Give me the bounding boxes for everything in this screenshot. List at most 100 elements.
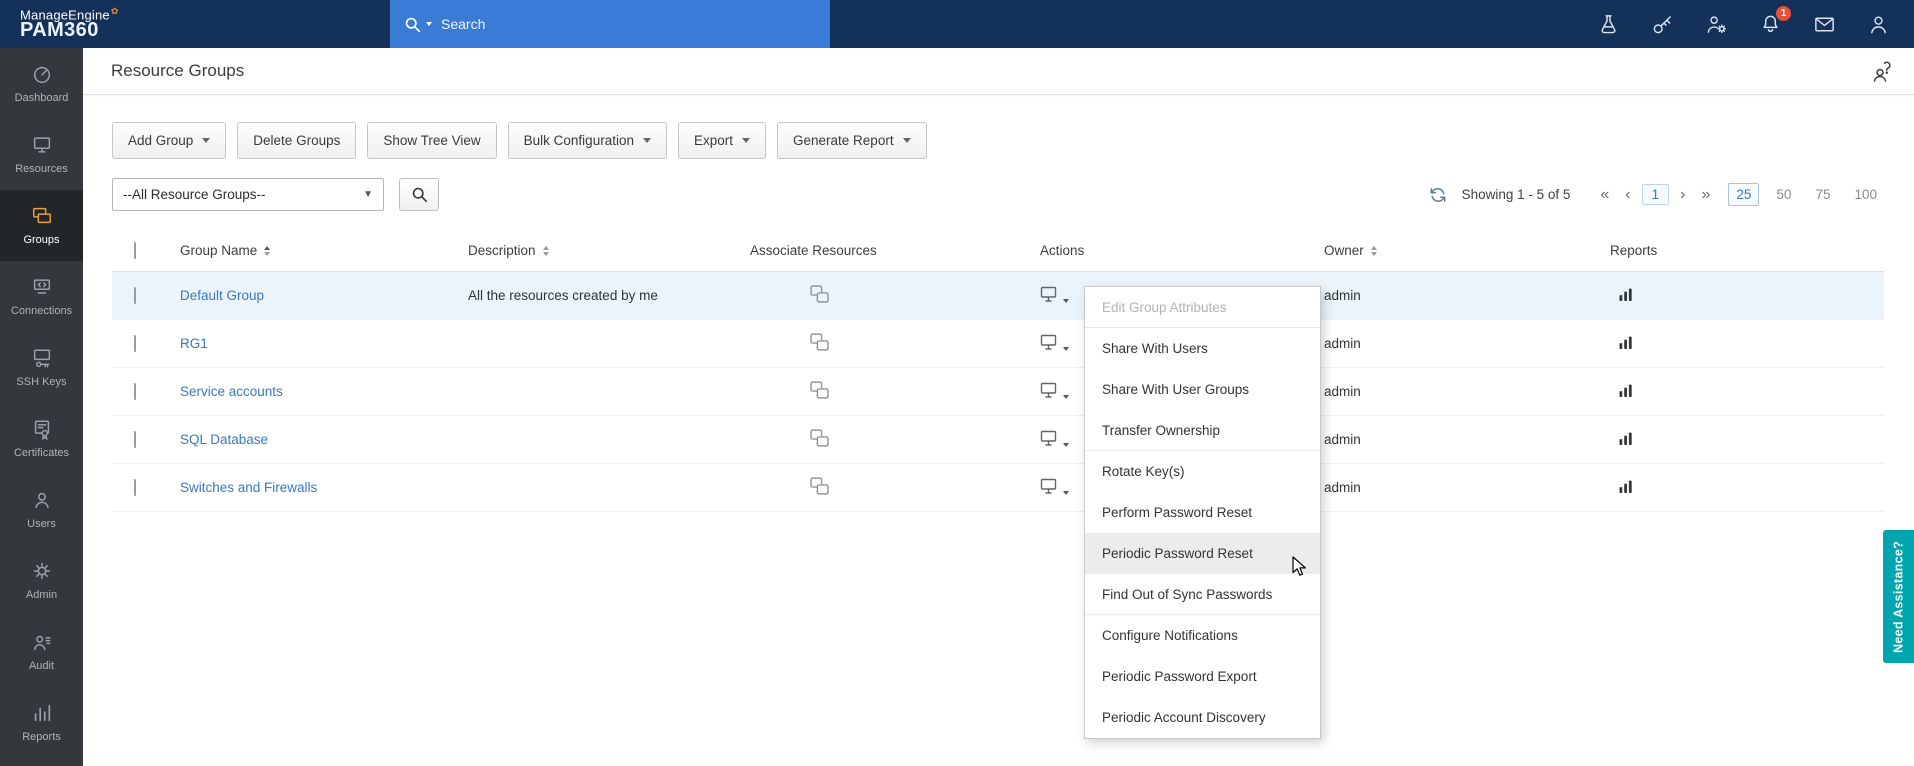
menu-item-periodic-password-export[interactable]: Periodic Password Export [1085, 656, 1320, 697]
report-chart-icon[interactable] [1618, 478, 1634, 494]
page-size-50[interactable]: 50 [1769, 184, 1798, 205]
sort-icon[interactable] [543, 246, 549, 256]
brand-pam360: PAM360 [20, 19, 119, 42]
search-input[interactable] [441, 16, 816, 32]
topbar-icon-group: 1 [1597, 0, 1890, 48]
prev-page-button[interactable]: ‹ [1617, 186, 1638, 204]
table-row: Default Group All the resources created … [112, 272, 1884, 320]
mail-icon[interactable] [1813, 13, 1836, 36]
bell-icon[interactable]: 1 [1759, 13, 1782, 36]
row-checkbox[interactable] [134, 431, 136, 448]
group-name-link[interactable]: SQL Database [180, 432, 268, 447]
search-icon [411, 186, 428, 203]
report-chart-icon[interactable] [1618, 382, 1634, 398]
menu-item-share-with-user-groups[interactable]: Share With User Groups [1085, 369, 1320, 410]
monitor-icon [1040, 430, 1059, 447]
groups-icon [31, 205, 53, 227]
group-name-link[interactable]: Default Group [180, 288, 264, 303]
connections-icon [31, 276, 53, 298]
sidebar-item-certificates[interactable]: Certificates [0, 403, 83, 474]
beaker-icon[interactable] [1597, 13, 1620, 36]
export-button[interactable]: Export [678, 122, 766, 159]
group-name-link[interactable]: Switches and Firewalls [180, 480, 317, 495]
button-label: Generate Report [793, 133, 894, 148]
associate-resources-icon[interactable] [810, 381, 829, 399]
show-tree-view-button[interactable]: Show Tree View [367, 122, 496, 159]
brand-logo[interactable]: ManageEngine✿ PAM360 [0, 6, 119, 42]
page-size-75[interactable]: 75 [1808, 184, 1837, 205]
row-checkbox[interactable] [134, 287, 136, 304]
chevron-down-icon [1063, 443, 1069, 447]
group-description [460, 464, 742, 512]
associate-resources-icon[interactable] [810, 477, 829, 495]
audit-icon [31, 631, 53, 653]
actions-menu-button[interactable] [1040, 382, 1069, 399]
menu-item-rotate-keys[interactable]: Rotate Key(s) [1085, 451, 1320, 492]
menu-item-edit-group-attributes: Edit Group Attributes [1085, 287, 1320, 328]
row-checkbox[interactable] [134, 335, 136, 352]
search-scope-selector[interactable] [404, 16, 432, 33]
sidebar-item-groups[interactable]: Groups [0, 190, 83, 261]
menu-item-find-out-of-sync-passwords[interactable]: Find Out of Sync Passwords [1085, 574, 1320, 615]
sidebar-item-connections[interactable]: Connections [0, 261, 83, 332]
column-header-group-name[interactable]: Group Name [172, 230, 460, 272]
group-description [460, 416, 742, 464]
report-chart-icon[interactable] [1618, 286, 1634, 302]
filter-search-button[interactable] [399, 178, 439, 211]
sidebar-item-users[interactable]: Users [0, 474, 83, 545]
sidebar-item-reports[interactable]: Reports [0, 687, 83, 758]
current-page[interactable]: 1 [1642, 184, 1670, 205]
sidebar-item-label: SSH Keys [16, 376, 66, 388]
page-size-25[interactable]: 25 [1728, 183, 1759, 206]
table-row: Switches and Firewalls admin [112, 464, 1884, 512]
sidebar-item-admin[interactable]: Admin [0, 545, 83, 616]
actions-menu-button[interactable] [1040, 334, 1069, 351]
add-group-button[interactable]: Add Group [112, 122, 226, 159]
bulk-configuration-button[interactable]: Bulk Configuration [508, 122, 667, 159]
sidebar-item-ssh-keys[interactable]: SSH Keys [0, 332, 83, 403]
menu-item-periodic-account-discovery[interactable]: Periodic Account Discovery [1085, 697, 1320, 738]
last-page-button[interactable]: » [1693, 186, 1718, 204]
menu-item-perform-password-reset[interactable]: Perform Password Reset [1085, 492, 1320, 533]
column-header-owner[interactable]: Owner [1316, 230, 1602, 272]
page-size-100[interactable]: 100 [1847, 184, 1884, 205]
column-header-description[interactable]: Description [460, 230, 742, 272]
row-checkbox[interactable] [134, 479, 136, 496]
sort-icon[interactable] [1371, 246, 1377, 256]
menu-item-configure-notifications[interactable]: Configure Notifications [1085, 615, 1320, 656]
column-label: Group Name [180, 243, 257, 258]
next-page-button[interactable]: › [1672, 186, 1693, 204]
group-name-link[interactable]: RG1 [180, 336, 208, 351]
resource-group-filter-select[interactable]: --All Resource Groups-- ▼ [112, 178, 384, 211]
chevron-down-icon [202, 138, 210, 143]
menu-item-periodic-password-reset[interactable]: Periodic Password Reset [1085, 533, 1320, 574]
actions-menu-button[interactable] [1040, 478, 1069, 495]
row-checkbox[interactable] [134, 383, 136, 400]
select-all-checkbox[interactable] [134, 242, 136, 259]
report-chart-icon[interactable] [1618, 430, 1634, 446]
delete-groups-button[interactable]: Delete Groups [237, 122, 356, 159]
associate-resources-icon[interactable] [810, 285, 829, 303]
user-gear-icon[interactable] [1705, 13, 1728, 36]
global-search-bar [390, 0, 830, 48]
sidebar-item-dashboard[interactable]: Dashboard [0, 48, 83, 119]
report-chart-icon[interactable] [1618, 334, 1634, 350]
actions-menu-button[interactable] [1040, 286, 1069, 303]
refresh-icon[interactable] [1429, 186, 1447, 204]
need-assistance-tab[interactable]: Need Assistance? [1883, 530, 1914, 663]
group-owner: admin [1316, 416, 1602, 464]
profile-icon[interactable] [1867, 13, 1890, 36]
sidebar-item-resources[interactable]: Resources [0, 119, 83, 190]
first-page-button[interactable]: « [1592, 186, 1617, 204]
key-icon[interactable] [1651, 13, 1674, 36]
sort-icon[interactable] [264, 246, 270, 256]
group-name-link[interactable]: Service accounts [180, 384, 283, 399]
sidebar-item-audit[interactable]: Audit [0, 616, 83, 687]
menu-item-transfer-ownership[interactable]: Transfer Ownership [1085, 410, 1320, 451]
actions-menu-button[interactable] [1040, 430, 1069, 447]
associate-resources-icon[interactable] [810, 429, 829, 447]
generate-report-button[interactable]: Generate Report [777, 122, 927, 159]
associate-resources-icon[interactable] [810, 333, 829, 351]
help-icon[interactable] [1870, 59, 1894, 83]
menu-item-share-with-users[interactable]: Share With Users [1085, 328, 1320, 369]
